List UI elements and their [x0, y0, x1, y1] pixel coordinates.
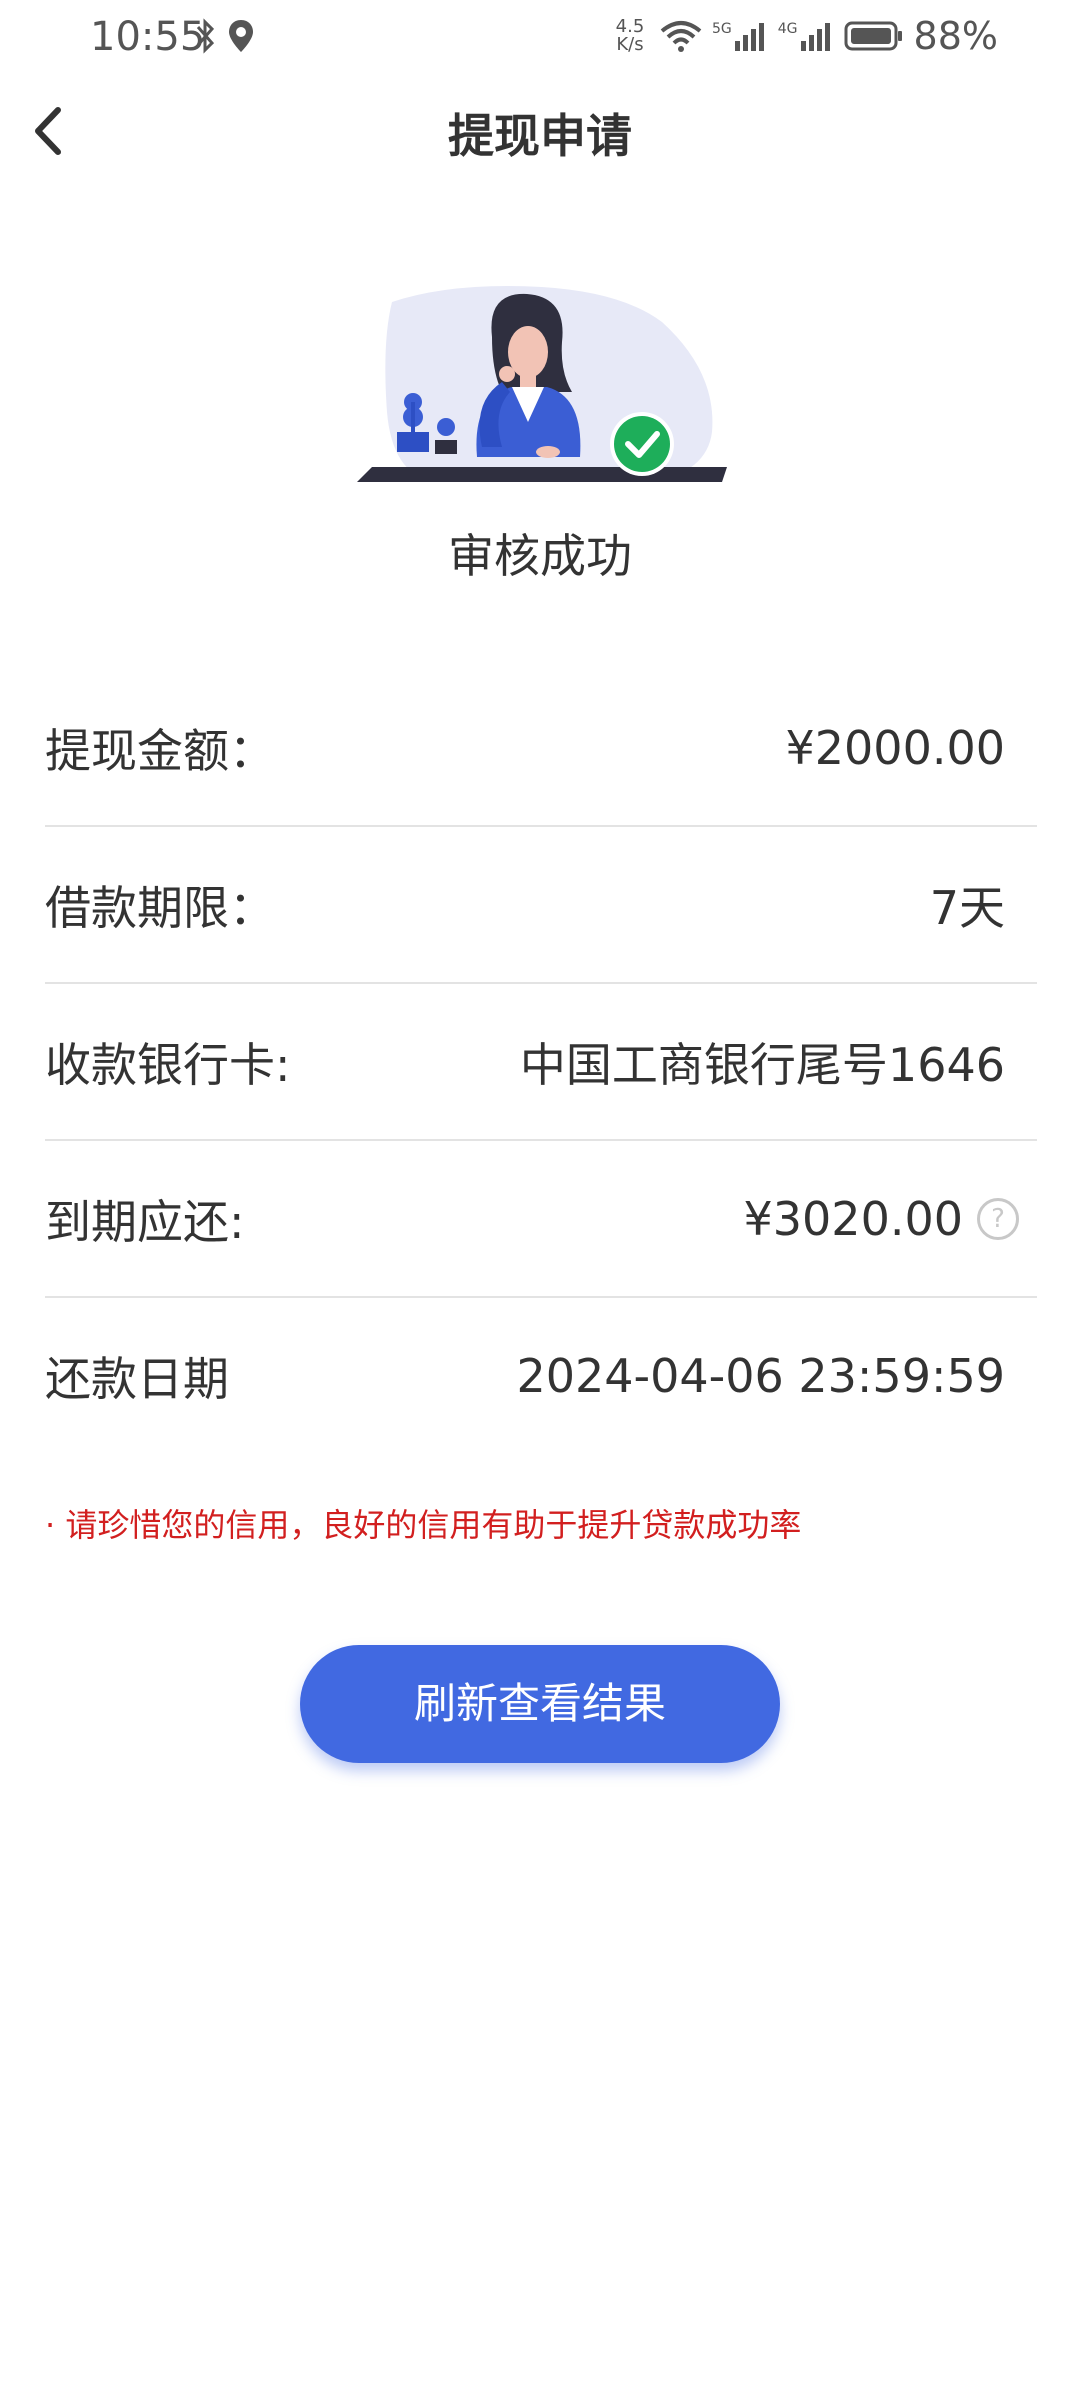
detail-value-text: 中国工商银行尾号1646 — [519, 1037, 1005, 1092]
status-bar: 10:55 4.5 K/s 5G 4G 88% — [0, 0, 1080, 80]
detail-value: 中国工商银行尾号1646 — [520, 1029, 1005, 1095]
detail-value-text: 7天 — [929, 880, 1005, 935]
detail-value: 2024-04-06 23:59:59 — [516, 1349, 1005, 1403]
detail-value-text: ¥3020.00 — [743, 1191, 964, 1246]
net-speed: 4.5 K/s — [610, 18, 650, 54]
signal-4g-label: 4G — [777, 21, 798, 37]
status-left-icons — [195, 18, 255, 54]
detail-row-repay-date: 还款日期 2024-04-06 23:59:59 — [45, 1298, 1037, 1453]
signal-icon — [734, 23, 764, 51]
detail-label: 借款期限： — [45, 880, 275, 935]
signal-icon — [800, 23, 830, 51]
question-circle-icon[interactable]: ? — [977, 1197, 1019, 1240]
detail-row-term: 借款期限： 7天 — [45, 827, 1037, 984]
success-illustration — [352, 282, 732, 492]
detail-label: 还款日期 — [45, 1351, 229, 1406]
header: 提现申请 — [0, 90, 1080, 170]
refresh-result-button[interactable]: 刷新查看结果 — [300, 1645, 780, 1763]
page-title: 提现申请 — [448, 109, 632, 163]
detail-label: 收款银行卡: — [45, 1037, 291, 1092]
detail-row-due-amount: 到期应还: ¥3020.00 ? — [45, 1141, 1037, 1298]
withdraw-details-list: 提现金额： ¥2000.00 借款期限： 7天 收款银行卡: 中国工商银行尾号1… — [45, 670, 1037, 1453]
bluetooth-icon — [196, 18, 215, 54]
status-time: 10:55 — [90, 14, 206, 60]
person-at-desk-illustration — [357, 286, 727, 482]
location-icon — [229, 20, 253, 52]
signal-4g: 4G — [778, 21, 834, 51]
detail-value: ¥3020.00 ? — [743, 1191, 1019, 1246]
battery-percentage: 88% — [913, 14, 998, 58]
status-right: 4.5 K/s 5G 4G 88% — [610, 14, 998, 58]
signal-5g: 5G — [712, 21, 768, 51]
detail-value-text: 2024-04-06 23:59:59 — [516, 1348, 1005, 1403]
detail-label: 提现金额： — [45, 723, 275, 778]
battery-icon — [844, 21, 902, 51]
signal-5g-label: 5G — [712, 21, 732, 37]
detail-value-text: ¥2000.00 — [785, 720, 1006, 775]
credit-notice: · 请珍惜您的信用，良好的信用有助于提升贷款成功率 — [45, 1506, 802, 1544]
review-status-text: 审核成功 — [448, 529, 632, 583]
wifi-icon — [660, 21, 702, 52]
detail-row-amount: 提现金额： ¥2000.00 — [45, 670, 1037, 827]
detail-value: ¥2000.00 — [786, 721, 1006, 775]
detail-label: 到期应还: — [45, 1194, 245, 1249]
detail-row-bank-card: 收款银行卡: 中国工商银行尾号1646 — [45, 984, 1037, 1141]
net-speed-unit: K/s — [616, 34, 644, 55]
detail-value: 7天 — [930, 872, 1005, 938]
